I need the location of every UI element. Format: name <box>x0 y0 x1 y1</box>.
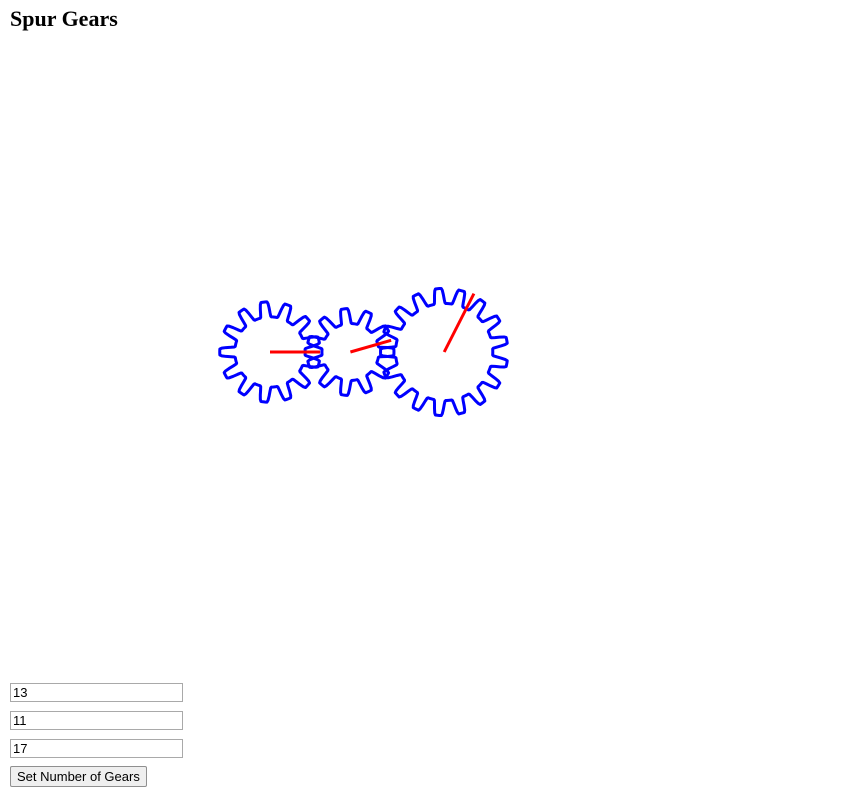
gear-3-teeth-input[interactable] <box>10 739 183 758</box>
gear-2-teeth-input[interactable] <box>10 711 183 730</box>
gear-1-teeth-input[interactable] <box>10 683 183 702</box>
gear-3-outline <box>379 286 509 418</box>
gear-canvas <box>218 286 509 418</box>
gear-1 <box>218 300 321 404</box>
page-title: Spur Gears <box>10 6 118 31</box>
set-number-of-gears-button[interactable]: Set Number of Gears <box>10 766 147 787</box>
gear-3 <box>379 286 509 418</box>
